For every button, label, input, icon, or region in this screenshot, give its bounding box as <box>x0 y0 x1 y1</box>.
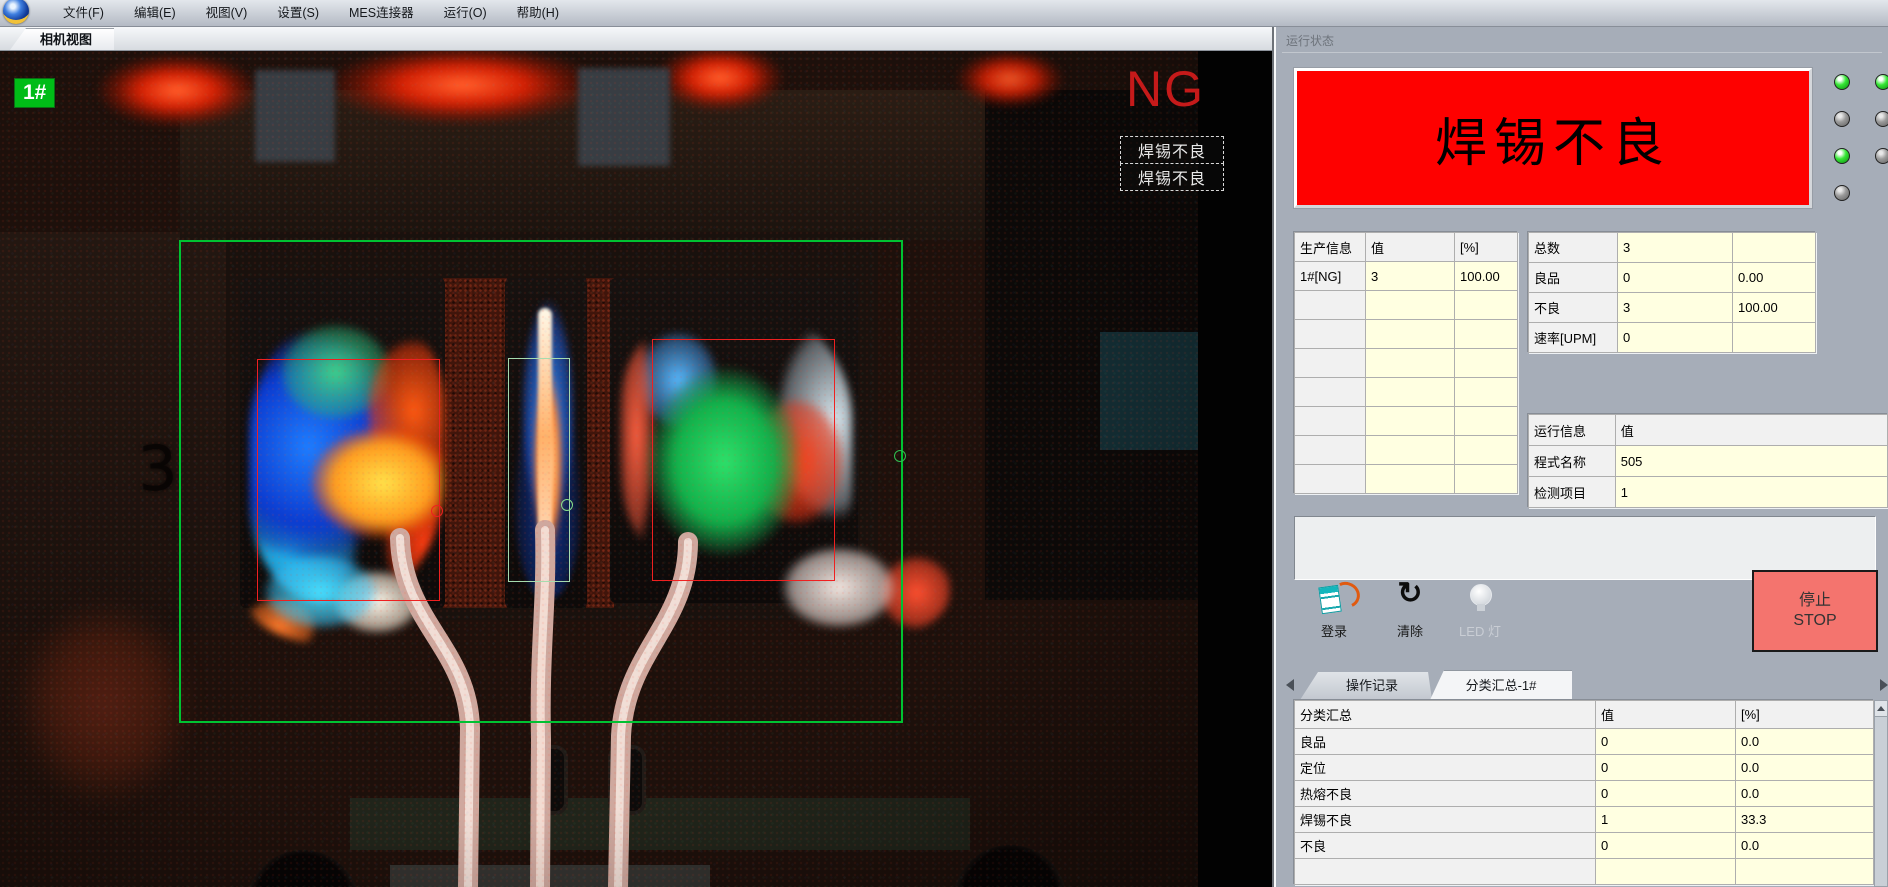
col-header: 值 <box>1615 415 1887 446</box>
menu-settings[interactable]: 设置(S) <box>262 1 334 26</box>
defect-tag: 焊锡不良 <box>1120 136 1224 164</box>
summary-table-scrollbar[interactable] <box>1874 700 1888 887</box>
panel-splitter[interactable] <box>1272 26 1280 887</box>
stop-button[interactable]: 停止 STOP <box>1752 570 1878 652</box>
light-bulb-icon <box>1470 584 1492 606</box>
table-row: 定位 0 0.0 <box>1295 755 1874 781</box>
status-led <box>1834 111 1850 127</box>
status-led <box>1875 74 1888 90</box>
stop-label-en: STOP <box>1793 611 1836 631</box>
status-led <box>1875 148 1888 164</box>
col-header: [%] <box>1736 701 1874 729</box>
tab-scroll-right-icon[interactable] <box>1880 679 1888 691</box>
production-table: 生产信息 值 [%] 1#[NG] 3 100.00 <box>1294 232 1518 494</box>
col-header: 运行信息 <box>1529 415 1616 446</box>
col-header: 值 <box>1366 233 1455 262</box>
table-row: 良品 0 0.0 <box>1295 729 1874 755</box>
view-tab-bar: 相机视图 <box>0 26 1272 51</box>
menu-file[interactable]: 文件(F) <box>48 1 119 26</box>
tab-operation-log[interactable]: 操作记录 <box>1300 672 1432 700</box>
col-header: 分类汇总 <box>1295 701 1596 729</box>
table-row: 不良 0 0.0 <box>1295 833 1874 859</box>
station-badge: 1# <box>14 78 55 108</box>
status-panel: 运行状态 焊锡不良 生产信息 值 [%] 1#[NG] 3 100.00 <box>1280 26 1888 887</box>
status-led <box>1834 148 1850 164</box>
tab-scroll-left-icon[interactable] <box>1286 679 1294 691</box>
table-row: 程式名称 505 <box>1529 446 1888 477</box>
table-row: 不良 3 100.00 <box>1529 293 1816 323</box>
login-button[interactable]: 登录 <box>1306 582 1362 640</box>
table-row: 焊锡不良 1 33.3 <box>1295 807 1874 833</box>
result-ng-text: NG <box>1126 60 1205 118</box>
log-tab-strip: 操作记录 分类汇总-1# <box>1280 670 1888 700</box>
table-row: 良品 0 0.00 <box>1529 263 1816 293</box>
part-marking: 3 <box>137 431 179 505</box>
table-row: 速率[UPM] 0 <box>1529 323 1816 353</box>
col-header: 值 <box>1596 701 1736 729</box>
menu-bar: 文件(F) 编辑(E) 视图(V) 设置(S) MES连接器 运行(O) 帮助(… <box>0 0 1888 27</box>
menu-view[interactable]: 视图(V) <box>191 1 263 26</box>
tab-camera-view[interactable]: 相机视图 <box>10 28 114 50</box>
totals-table: 总数 3 良品 0 0.00 不良 3 100.00 速率[UPM] 0 <box>1528 232 1816 353</box>
defect-box-left <box>257 359 440 601</box>
login-label: 登录 <box>1306 621 1362 640</box>
menu-run[interactable]: 运行(O) <box>429 1 502 26</box>
led-label: LED 灯 <box>1452 621 1508 640</box>
led-light-button[interactable]: LED 灯 <box>1452 582 1508 640</box>
tab-classification-summary[interactable]: 分类汇总-1# <box>1430 670 1572 700</box>
refresh-arrow-icon: ↻ <box>1382 576 1438 611</box>
camera-image-viewport[interactable]: 1# NG 焊锡不良 焊锡不良 3 <box>0 50 1272 887</box>
divider <box>1282 52 1882 53</box>
scroll-up-icon[interactable] <box>1875 701 1887 717</box>
menu-edit[interactable]: 编辑(E) <box>119 1 191 26</box>
defect-tag: 焊锡不良 <box>1120 163 1224 191</box>
marker-circle-red <box>431 505 443 517</box>
table-row: 1#[NG] 3 100.00 <box>1295 262 1518 291</box>
summary-table: 分类汇总 值 [%] 良品 0 0.0 定位 0 0.0 热熔不良 0 0.0 … <box>1294 700 1874 885</box>
marker-circle-green <box>561 499 573 511</box>
status-led <box>1834 185 1850 201</box>
run-info-table: 运行信息 值 程式名称 505 检测项目 1 <box>1528 414 1888 508</box>
table-row: 总数 3 <box>1529 233 1816 263</box>
machine-vision-app: 1# NG 焊锡不良 焊锡不良 3 文件(F) 编辑(E) 视图(V) 设置(S… <box>0 0 1888 887</box>
app-logo-icon <box>3 0 29 24</box>
table-row: 检测项目 1 <box>1529 477 1888 508</box>
marker-circle-green <box>894 450 906 462</box>
alarm-banner: 焊锡不良 <box>1294 68 1812 208</box>
col-header: 生产信息 <box>1295 233 1366 262</box>
menu-help[interactable]: 帮助(H) <box>502 1 574 26</box>
stop-label-cn: 停止 <box>1799 591 1831 611</box>
table-row: 热熔不良 0 0.0 <box>1295 781 1874 807</box>
clear-button[interactable]: ↻ 清除 <box>1382 582 1438 640</box>
menu-mes-connector[interactable]: MES连接器 <box>334 1 429 26</box>
defect-box-right <box>652 339 835 581</box>
status-led <box>1875 111 1888 127</box>
clear-label: 清除 <box>1382 621 1438 640</box>
pass-box-middle <box>508 358 570 582</box>
col-header: [%] <box>1455 233 1518 262</box>
panel-title: 运行状态 <box>1286 32 1334 49</box>
status-led <box>1834 74 1850 90</box>
alarm-banner-text: 焊锡不良 <box>1435 101 1671 176</box>
